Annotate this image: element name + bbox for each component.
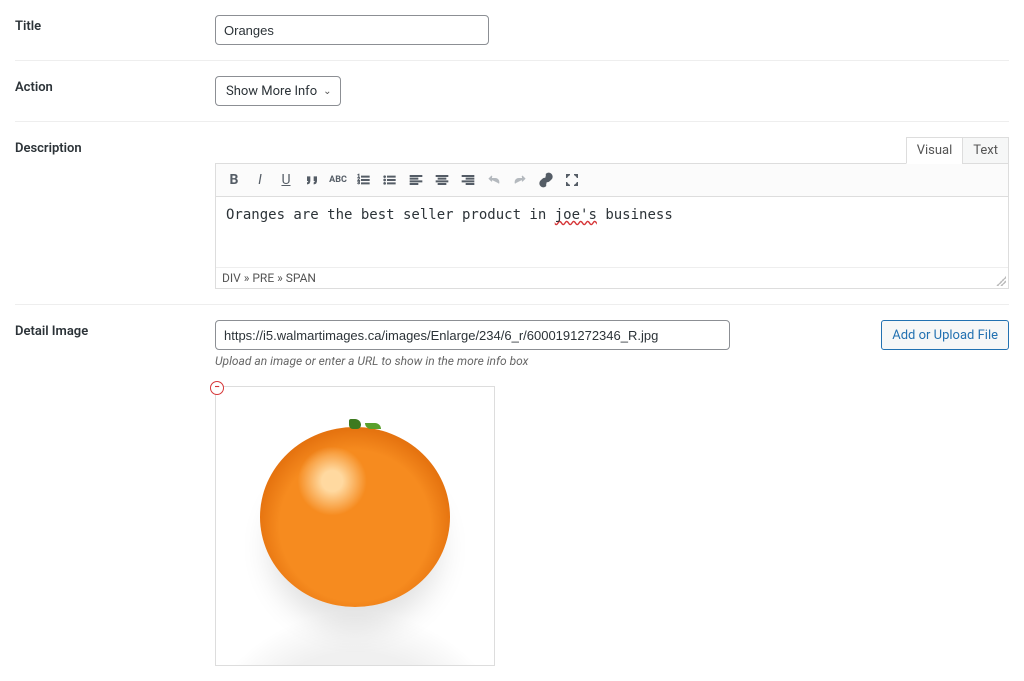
bold-icon[interactable]: B [222,168,246,192]
tab-text[interactable]: Text [962,137,1009,164]
add-upload-button[interactable]: Add or Upload File [881,320,1009,350]
row-description: Description Visual Text B I U ABC 123 [15,122,1009,305]
link-icon[interactable] [534,168,558,192]
row-action: Action Show More Info ⌄ [15,61,1009,122]
editor-toolbar: B I U ABC 123 [216,164,1008,197]
strikethrough-icon[interactable]: ABC [326,168,350,192]
detail-image-url-input[interactable] [215,320,730,350]
editor-text-suffix: business [597,207,673,223]
row-title: Title [15,0,1009,61]
description-editor: B I U ABC 123 Oranges are the best selle… [215,163,1009,289]
italic-icon[interactable]: I [248,168,272,192]
list-ul-icon[interactable] [378,168,402,192]
detail-image-label: Detail Image [15,320,215,339]
blockquote-icon[interactable] [300,168,324,192]
svg-text:3: 3 [357,180,360,186]
fullscreen-icon[interactable] [560,168,584,192]
editor-text-spellerror: joe's [555,207,597,223]
list-ol-icon[interactable]: 123 [352,168,376,192]
orange-image [216,387,494,665]
title-input[interactable] [215,15,489,45]
editor-body[interactable]: Oranges are the best seller product in j… [216,197,1008,267]
editor-status-path: DIV » PRE » SPAN [216,267,1008,288]
action-select-value: Show More Info [226,84,317,99]
row-detail-image: Detail Image Add or Upload File Upload a… [15,305,1009,681]
align-left-icon[interactable] [404,168,428,192]
tab-visual[interactable]: Visual [906,137,964,164]
undo-icon[interactable] [482,168,506,192]
align-center-icon[interactable] [430,168,454,192]
detail-image-helper: Upload an image or enter a URL to show i… [215,354,1009,368]
align-right-icon[interactable] [456,168,480,192]
editor-tabs: Visual Text [215,137,1009,164]
redo-icon[interactable] [508,168,532,192]
chevron-down-icon: ⌄ [323,86,331,97]
action-label: Action [15,76,215,95]
title-label: Title [15,15,215,34]
action-select[interactable]: Show More Info ⌄ [215,76,341,106]
underline-icon[interactable]: U [274,168,298,192]
image-thumbnail: − [215,386,495,666]
editor-text-prefix: Oranges are the best seller product in [226,207,555,223]
description-label: Description [15,137,215,156]
